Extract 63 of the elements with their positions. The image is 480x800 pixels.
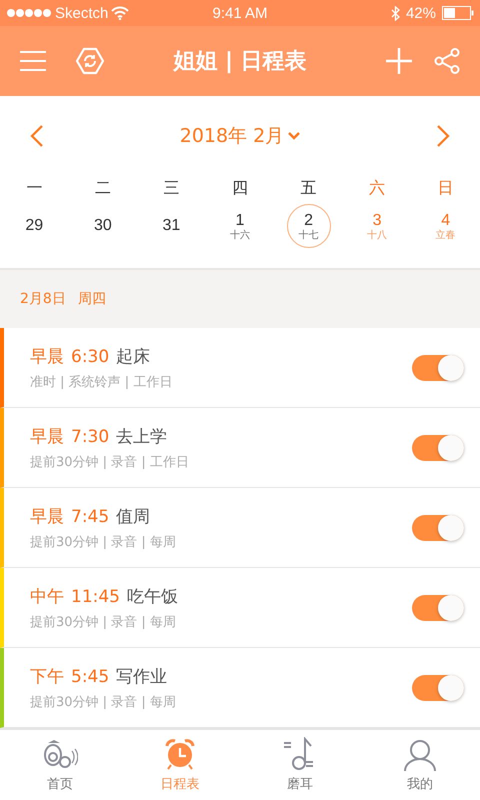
event-period: 早晨 bbox=[30, 426, 64, 448]
hexagon-refresh-icon[interactable] bbox=[76, 47, 104, 75]
event-row[interactable]: 中午 11:45 吃午饭 提前30分钟 | 录音 | 每周 bbox=[0, 568, 480, 648]
weekday-label: 二 bbox=[94, 178, 111, 198]
event-time: 11:45 bbox=[71, 586, 120, 606]
event-time: 7:45 bbox=[71, 506, 110, 526]
tab-item[interactable]: 我的 bbox=[375, 737, 465, 793]
menu-icon[interactable] bbox=[20, 50, 46, 72]
chevron-right-icon[interactable] bbox=[436, 124, 450, 148]
chevron-left-icon[interactable] bbox=[30, 124, 44, 148]
date-label: 2月8日 bbox=[20, 290, 66, 308]
toggle-switch[interactable] bbox=[412, 354, 464, 380]
calendar-day[interactable]: 1 十六 bbox=[218, 204, 262, 248]
screen-title: 姐姐 | 日程表 bbox=[173, 48, 307, 76]
event-row[interactable]: 早晨 7:30 去上学 提前30分钟 | 录音 | 工作日 bbox=[0, 408, 480, 488]
user-icon bbox=[402, 737, 438, 773]
event-row[interactable]: 下午 5:45 写作业 提前30分钟 | 录音 | 每周 bbox=[0, 648, 480, 728]
event-time: 6:30 bbox=[71, 346, 110, 366]
event-details: 提前30分钟 | 录音 | 每周 bbox=[30, 614, 177, 630]
share-icon[interactable] bbox=[434, 48, 460, 74]
calendar-day[interactable]: 30 bbox=[80, 204, 125, 248]
toggle-switch[interactable] bbox=[412, 594, 464, 620]
event-row[interactable]: 早晨 7:45 值周 提前30分钟 | 录音 | 每周 bbox=[0, 488, 480, 568]
battery-percent: 42% bbox=[406, 4, 436, 22]
battery-icon bbox=[442, 6, 474, 20]
event-title: 去上学 bbox=[116, 426, 168, 448]
weekday-label: 四 bbox=[232, 178, 248, 198]
event-details: 提前30分钟 | 录音 | 每周 bbox=[30, 534, 176, 550]
event-title: 写作业 bbox=[116, 666, 168, 688]
event-period: 早晨 bbox=[30, 346, 64, 368]
calendar-day[interactable]: 31 bbox=[149, 204, 194, 248]
tab-item[interactable]: 磨耳 bbox=[255, 737, 345, 793]
event-title: 起床 bbox=[116, 346, 150, 368]
add-icon[interactable] bbox=[386, 48, 412, 74]
tab-item[interactable]: 首页 bbox=[15, 737, 105, 793]
event-title: 值周 bbox=[116, 506, 150, 528]
bluetooth-icon bbox=[390, 6, 400, 20]
weekday-label: 六 bbox=[369, 178, 386, 198]
weekday-label: 一 bbox=[26, 178, 42, 198]
weekday-label: 五 bbox=[300, 178, 317, 198]
toggle-switch[interactable] bbox=[412, 434, 464, 460]
toggle-switch[interactable] bbox=[412, 514, 464, 540]
event-details: 提前30分钟 | 录音 | 工作日 bbox=[30, 454, 189, 470]
calendar-day[interactable]: 29 bbox=[12, 204, 56, 248]
event-time: 7:30 bbox=[71, 426, 110, 446]
event-period: 下午 bbox=[30, 666, 64, 688]
carrier-name: Skectch bbox=[55, 4, 108, 22]
toggle-switch[interactable] bbox=[412, 674, 464, 700]
weekday-label: 三 bbox=[163, 178, 180, 198]
event-details: 准时 | 系统铃声 | 工作日 bbox=[30, 374, 172, 390]
event-title: 吃午饭 bbox=[127, 586, 178, 608]
signal-icon bbox=[6, 8, 52, 18]
event-time: 5:45 bbox=[71, 666, 110, 686]
event-details: 提前30分钟 | 录音 | 每周 bbox=[30, 694, 176, 710]
wifi-icon bbox=[111, 6, 130, 20]
clock-time: 9:41 AM bbox=[212, 4, 268, 22]
weekday-label: 日 bbox=[438, 178, 454, 198]
event-row[interactable]: 早晨 6:30 起床 准时 | 系统铃声 | 工作日 bbox=[0, 328, 480, 408]
weekday-label: 周四 bbox=[78, 290, 106, 308]
caret-icon[interactable] bbox=[288, 132, 300, 140]
event-period: 早晨 bbox=[30, 506, 64, 528]
event-period: 中午 bbox=[30, 586, 64, 608]
calendar-day[interactable]: 2 十七 bbox=[286, 204, 331, 248]
